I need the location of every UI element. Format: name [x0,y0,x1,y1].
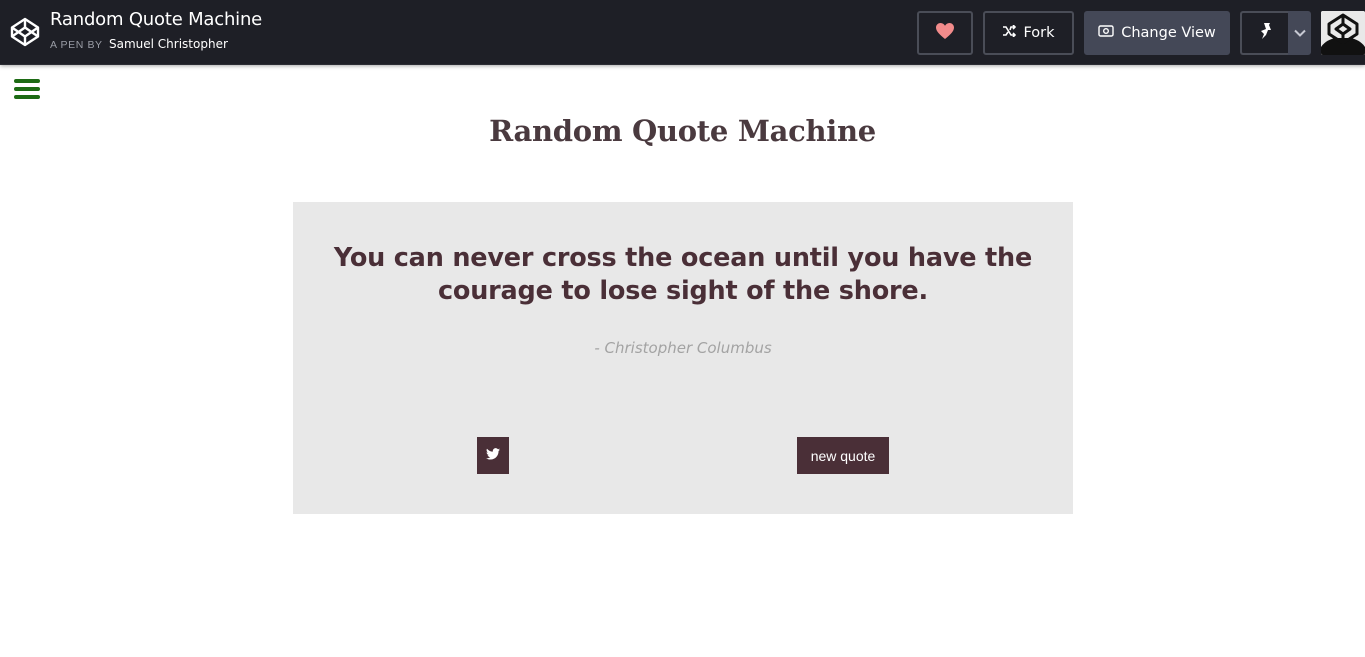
pen-title[interactable]: Random Quote Machine [50,9,262,30]
user-avatar[interactable] [1321,11,1365,55]
new-quote-button[interactable]: new quote [797,437,889,474]
menu-bar [14,87,40,91]
author-link[interactable]: Samuel Christopher [109,37,228,51]
pin-button[interactable] [1240,11,1290,55]
pin-icon [1258,22,1274,44]
page-title: Random Quote Machine [489,114,876,148]
fork-icon [1002,24,1023,41]
heart-button[interactable] [917,11,973,55]
hamburger-menu-icon[interactable] [14,79,40,100]
fork-button[interactable]: Fork [983,11,1074,55]
fork-label: Fork [1023,25,1055,41]
tweet-button[interactable] [477,437,509,474]
chevron-down-icon [1293,25,1306,41]
eye-icon [1098,25,1121,41]
menu-bar [14,95,40,99]
change-view-button[interactable]: Change View [1084,11,1230,55]
codepen-header: Random Quote Machine A PEN BY Samuel Chr… [0,0,1365,65]
heart-icon [935,22,955,44]
menu-bar [14,79,40,83]
a-pen-by-label: A PEN BY [50,39,103,51]
pen-byline: A PEN BY Samuel Christopher [50,37,228,51]
twitter-icon [486,447,500,465]
pin-dropdown-button[interactable] [1288,11,1311,55]
codepen-logo-icon[interactable] [9,16,41,48]
quote-text: You can never cross the ocean until you … [333,243,1033,306]
quote-author: - Christopher Columbus [594,339,772,357]
quote-box: You can never cross the ocean until you … [293,202,1073,514]
change-view-label: Change View [1121,25,1216,41]
